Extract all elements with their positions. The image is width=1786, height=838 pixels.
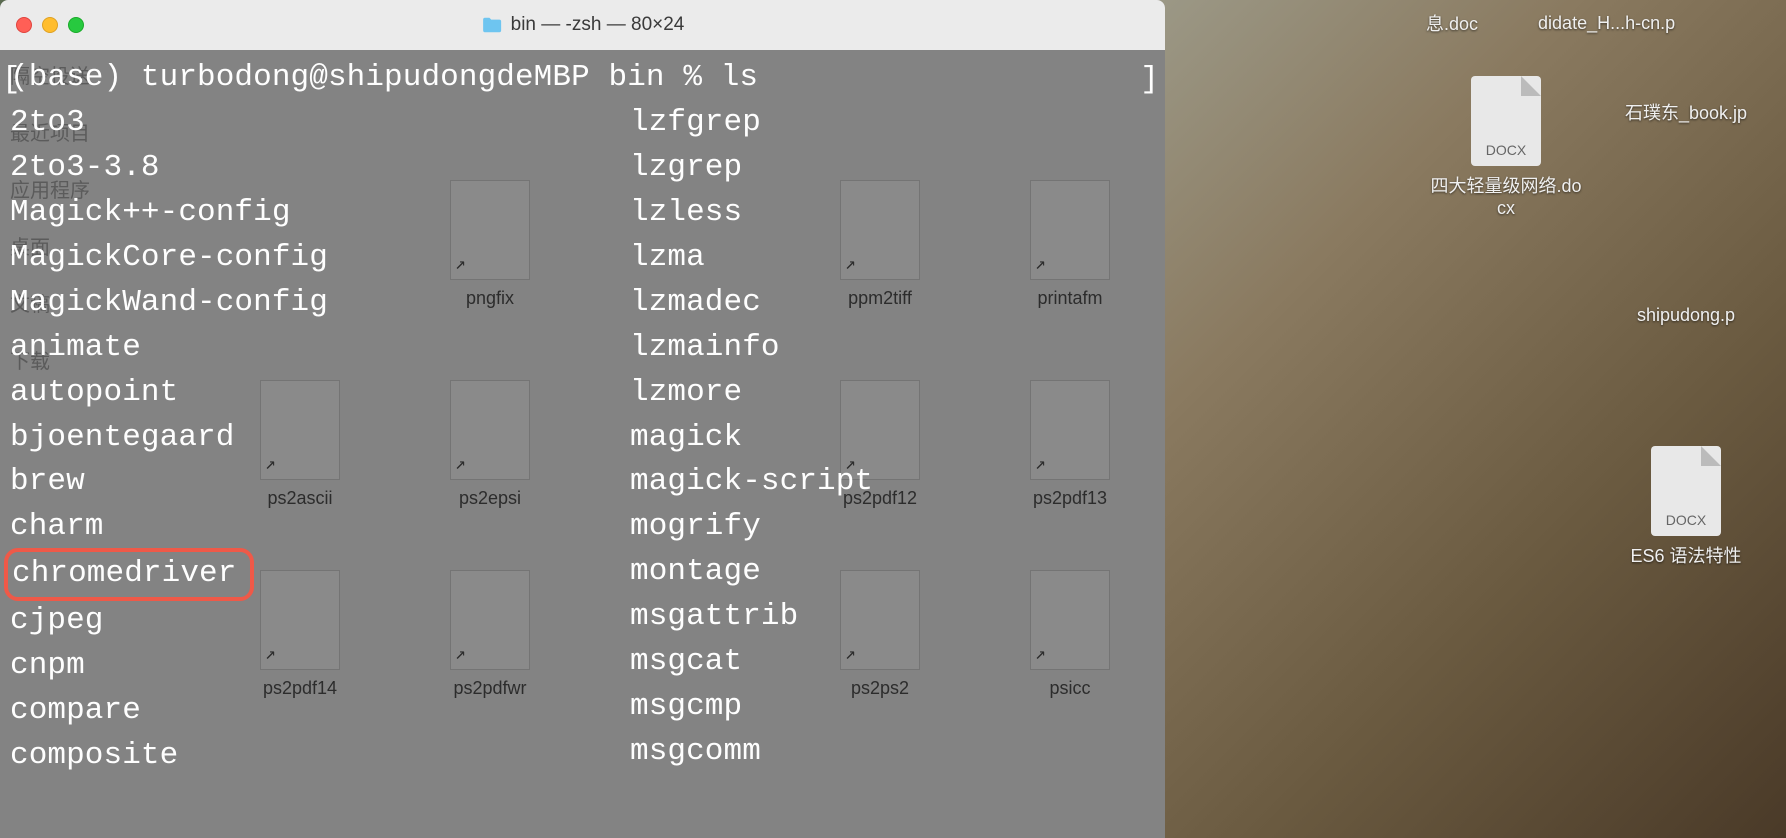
docx-icon: DOCX bbox=[1471, 76, 1541, 166]
desktop-file-label: didate_H...h-cn.p bbox=[1538, 13, 1675, 34]
prompt-user-host: turbodong@shipudongdeMBP bbox=[141, 60, 590, 95]
ls-item: lzless bbox=[630, 191, 873, 236]
zoom-button[interactable] bbox=[68, 17, 84, 33]
ls-item: compare bbox=[10, 689, 630, 734]
minimize-button[interactable] bbox=[42, 17, 58, 33]
ls-item: Magick++-config bbox=[10, 191, 630, 236]
ls-item: animate bbox=[10, 326, 630, 371]
prompt-symbol: % bbox=[683, 60, 702, 95]
close-button[interactable] bbox=[16, 17, 32, 33]
docx-icon: DOCX bbox=[1651, 446, 1721, 536]
ls-column-2: lzfgreplzgreplzlesslzmalzmadeclzmainfolz… bbox=[630, 101, 873, 779]
window-title-text: bin — -zsh — 80×24 bbox=[511, 14, 685, 36]
desktop-file[interactable]: shipudong.p bbox=[1606, 305, 1766, 326]
ls-item: cjpeg bbox=[10, 599, 630, 644]
ls-output: 2to32to3-3.8Magick++-configMagickCore-co… bbox=[10, 101, 1155, 779]
prompt-line: (base) turbodong@shipudongdeMBP bin % ls bbox=[10, 56, 1155, 101]
terminal-window[interactable]: bin — -zsh — 80×24 [ ] (base) turbodong@… bbox=[0, 0, 1165, 838]
ls-item: lzgrep bbox=[630, 146, 873, 191]
highlighted-annotation: chromedriver bbox=[4, 548, 254, 601]
ls-item: bjoentegaard bbox=[10, 416, 630, 461]
prompt-cwd: bin bbox=[609, 60, 665, 95]
right-bracket: ] bbox=[1140, 58, 1159, 103]
ls-item: lzmore bbox=[630, 371, 873, 416]
desktop-file[interactable]: 石璞东_book.jp bbox=[1606, 99, 1766, 125]
ls-item: magick-script bbox=[630, 460, 873, 505]
ls-item: brew bbox=[10, 460, 630, 505]
ls-item: msgcat bbox=[630, 640, 873, 685]
ls-item: chromedriver bbox=[10, 550, 630, 599]
ls-item: lzma bbox=[630, 236, 873, 281]
ls-item: 2to3 bbox=[10, 101, 630, 146]
window-title: bin — -zsh — 80×24 bbox=[481, 14, 685, 36]
ls-column-1: 2to32to3-3.8Magick++-configMagickCore-co… bbox=[10, 101, 630, 779]
ls-item: magick bbox=[630, 416, 873, 461]
folder-icon bbox=[481, 16, 503, 34]
prompt-prefix: (base) bbox=[10, 60, 141, 95]
ls-item: charm bbox=[10, 505, 630, 550]
desktop-file-label: 四大轻量级网络.docx bbox=[1426, 172, 1586, 219]
prompt-command: ls bbox=[721, 60, 758, 95]
ls-item: lzmadec bbox=[630, 281, 873, 326]
ls-item: msgcomm bbox=[630, 730, 873, 775]
ls-item: montage bbox=[630, 550, 873, 595]
ls-item: mogrify bbox=[630, 505, 873, 550]
desktop-file-label: 息.doc bbox=[1426, 10, 1478, 36]
desktop-icons-column: 息.doc didate_H...h-cn.p DOCX 四大轻量级网络.doc… bbox=[1426, 10, 1766, 568]
ls-item: msgattrib bbox=[630, 595, 873, 640]
left-bracket: [ bbox=[2, 58, 21, 103]
desktop-file-label: ES6 语法特性 bbox=[1630, 542, 1741, 568]
ls-item: lzfgrep bbox=[630, 101, 873, 146]
file-ext-label: DOCX bbox=[1471, 142, 1541, 158]
ls-item: MagickCore-config bbox=[10, 236, 630, 281]
desktop-file[interactable]: DOCX 四大轻量级网络.docx bbox=[1426, 76, 1586, 219]
traffic-lights bbox=[16, 17, 84, 33]
ls-item: msgcmp bbox=[630, 685, 873, 730]
ls-item: autopoint bbox=[10, 371, 630, 416]
ls-item: MagickWand-config bbox=[10, 281, 630, 326]
ls-item: composite bbox=[10, 734, 630, 779]
file-ext-label: DOCX bbox=[1651, 512, 1721, 528]
ls-item: lzmainfo bbox=[630, 326, 873, 371]
titlebar[interactable]: bin — -zsh — 80×24 bbox=[0, 0, 1165, 50]
terminal-body[interactable]: [ ] (base) turbodong@shipudongdeMBP bin … bbox=[0, 50, 1165, 838]
desktop-file[interactable]: DOCX ES6 语法特性 bbox=[1606, 446, 1766, 568]
ls-item: 2to3-3.8 bbox=[10, 146, 630, 191]
ls-item: cnpm bbox=[10, 644, 630, 689]
desktop-file-label: 石璞东_book.jp bbox=[1625, 99, 1747, 125]
desktop-file-label: shipudong.p bbox=[1637, 305, 1735, 326]
desktop-file[interactable]: 息.doc didate_H...h-cn.p bbox=[1426, 10, 1766, 36]
